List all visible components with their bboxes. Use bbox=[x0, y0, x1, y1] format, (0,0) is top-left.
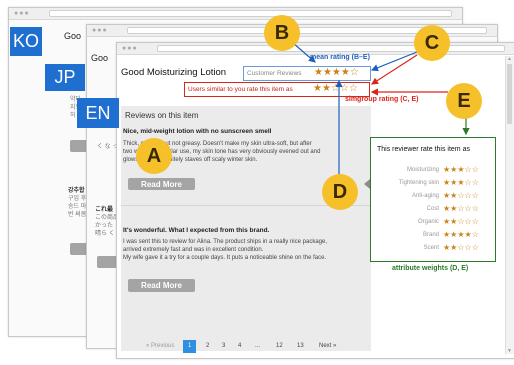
scrollbar-thumb[interactable] bbox=[507, 64, 512, 124]
marker-b: B bbox=[264, 15, 300, 51]
pagination-page[interactable]: 2 bbox=[206, 343, 209, 349]
attribute-row: Tightening skin ★★★☆☆ bbox=[371, 177, 493, 190]
marker-e: E bbox=[446, 83, 482, 119]
review-line: arrived extremely fast and was in excell… bbox=[123, 247, 264, 253]
pagination-page[interactable]: 13 bbox=[297, 343, 304, 349]
attribute-stars: ★★★★☆ bbox=[443, 230, 479, 239]
attribute-stars: ★★★☆☆ bbox=[443, 178, 479, 187]
jp-read-more-button[interactable] bbox=[97, 256, 117, 268]
read-more-button-2[interactable]: Read More bbox=[128, 279, 195, 292]
attribute-name: Brand bbox=[422, 232, 439, 238]
pagination-next[interactable]: Next » bbox=[319, 343, 336, 349]
attribute-row: Scent ★★☆☆☆ bbox=[371, 242, 493, 255]
customer-reviews-box[interactable]: Customer Reviews ★★★★☆ bbox=[243, 66, 371, 81]
attribute-stars: ★★☆☆☆ bbox=[443, 217, 479, 226]
pagination-page[interactable]: 3 bbox=[222, 343, 225, 349]
reviewer-attribute-box: This reviewer rate this item as Moisturi… bbox=[370, 137, 496, 262]
scrollbar-down-icon[interactable]: ▼ bbox=[507, 348, 512, 354]
reviewer-box-title: This reviewer rate this item as bbox=[377, 146, 470, 153]
marker-d: D bbox=[322, 174, 358, 210]
attribute-row: Moisturizing ★★★☆☆ bbox=[371, 164, 493, 177]
window-ko-title: Goo bbox=[64, 31, 82, 41]
attribute-stars: ★★☆☆☆ bbox=[443, 243, 479, 252]
attribute-row: Anti-aging ★★☆☆☆ bbox=[371, 190, 493, 203]
read-more-button-1[interactable]: Read More bbox=[128, 178, 195, 190]
mean-rating-label: mean rating (B–E) bbox=[310, 54, 370, 61]
attribute-weights-label: attribute weights (D, E) bbox=[392, 265, 469, 272]
window-controls-icon[interactable]: ●●● bbox=[14, 10, 30, 17]
attribute-name: Tightening skin bbox=[398, 180, 439, 186]
marker-a: A bbox=[136, 138, 172, 174]
url-bar[interactable] bbox=[49, 10, 452, 17]
attribute-stars: ★★☆☆☆ bbox=[443, 204, 479, 213]
review-line: My wife gave it a try for a couple days.… bbox=[123, 255, 327, 261]
pagination-page[interactable]: 4 bbox=[238, 343, 241, 349]
attribute-name: Scent bbox=[423, 245, 439, 251]
pagination-page[interactable]: 12 bbox=[276, 343, 283, 349]
customer-reviews-label: Customer Reviews bbox=[247, 70, 302, 77]
attribute-name: Cost bbox=[426, 206, 439, 212]
snippet-line: 구입 후 bbox=[68, 196, 87, 202]
window-jp-title: Goo bbox=[91, 53, 109, 63]
window-ko-titlebar: ●●● bbox=[9, 8, 462, 20]
attribute-name: Anti-aging bbox=[411, 193, 439, 199]
scrollbar[interactable]: ▲ ▼ bbox=[505, 56, 514, 354]
similar-users-stars: ★★☆☆☆ bbox=[313, 83, 358, 94]
customer-reviews-stars: ★★★★☆ bbox=[314, 67, 359, 78]
similar-users-box[interactable]: Users similar to you rate this item as ★… bbox=[184, 82, 370, 97]
review-1-title: Nice, mid-weight lotion with no sunscree… bbox=[123, 128, 272, 135]
url-bar[interactable] bbox=[157, 45, 505, 52]
attribute-name: Moisturizing bbox=[406, 167, 439, 173]
review-2-body: I was sent this to review for Alina. The… bbox=[123, 238, 369, 262]
window-ko-snippet-2: 강추합 구입 후 송드 마 번 써봄 bbox=[68, 187, 86, 219]
attribute-stars: ★★★☆☆ bbox=[443, 165, 479, 174]
pagination-ellipsis: ... bbox=[255, 343, 261, 349]
attribute-row: Cost ★★☆☆☆ bbox=[371, 203, 493, 216]
reviews-heading: Reviews on this item bbox=[125, 111, 199, 120]
similar-users-label: Users similar to you rate this item as bbox=[188, 86, 293, 93]
product-title: Good Moisturizing Lotion bbox=[121, 67, 227, 78]
lang-tag-ko: KO bbox=[10, 27, 42, 56]
attribute-stars: ★★☆☆☆ bbox=[443, 191, 479, 200]
pagination-previous[interactable]: « Previous bbox=[146, 343, 174, 349]
window-controls-icon[interactable]: ●●● bbox=[122, 45, 138, 52]
lang-tag-jp: JP bbox=[45, 64, 85, 91]
snippet-line: 번 써봄 bbox=[68, 212, 87, 218]
lang-tag-en: EN bbox=[77, 98, 119, 128]
attribute-row: Brand ★★★★☆ bbox=[371, 229, 493, 242]
attribute-row: Organic ★★☆☆☆ bbox=[371, 216, 493, 229]
attribute-name: Organic bbox=[417, 219, 439, 225]
simgroup-rating-label: simgroup rating (C, E) bbox=[345, 96, 419, 103]
snippet-line: 강추합 bbox=[68, 188, 85, 194]
box-pointer-icon bbox=[364, 179, 370, 189]
scrollbar-up-icon[interactable]: ▲ bbox=[507, 56, 512, 62]
review-line: I was sent this to review for Alina. The… bbox=[123, 239, 327, 245]
review-2-title: It's wonderful. What I expected from thi… bbox=[123, 227, 270, 234]
pagination-page[interactable]: 1 bbox=[188, 343, 191, 349]
window-controls-icon[interactable]: ●●● bbox=[92, 27, 108, 34]
snippet-line: 송드 마 bbox=[68, 204, 87, 210]
marker-c: C bbox=[414, 25, 450, 61]
